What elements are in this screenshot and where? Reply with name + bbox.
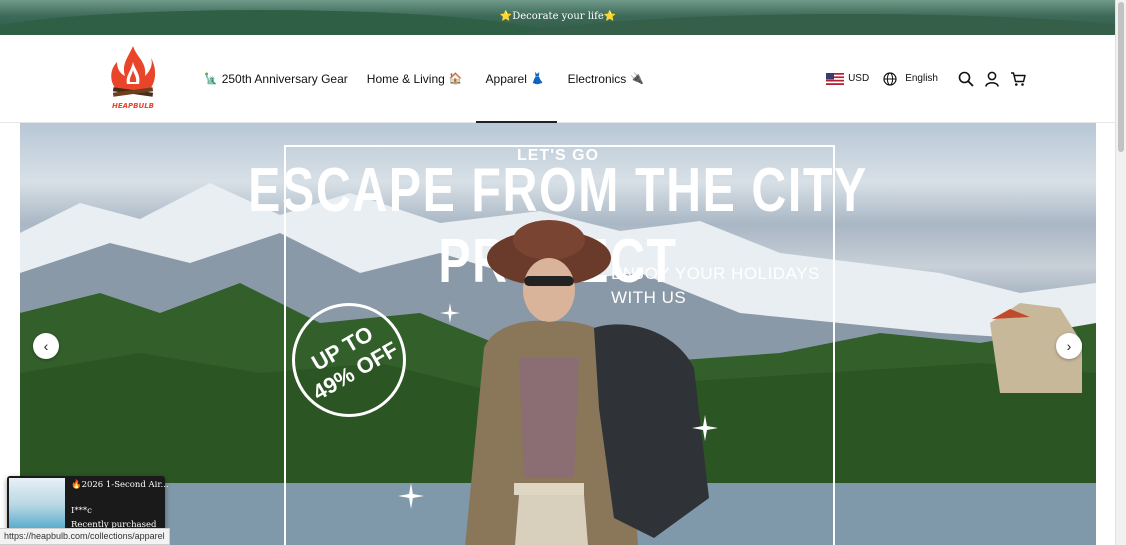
announcement-bar: ⭐Decorate your life⭐ [0, 0, 1116, 35]
sparkle-icon [692, 415, 718, 441]
main-nav: 🗽 250th Anniversary Gear Home & Living 🏠… [200, 35, 667, 123]
logo-text: HEAPBULB [112, 102, 154, 110]
carousel-prev-button[interactable]: ‹ [33, 333, 59, 359]
account-icon[interactable] [984, 71, 1000, 87]
product-thumbnail [9, 478, 65, 532]
traveler-woman-image [465, 220, 709, 545]
nav-item-label: 250th Anniversary Gear [221, 71, 348, 86]
globe-icon [883, 71, 897, 86]
vertical-scrollbar[interactable] [1115, 0, 1126, 545]
offer-badge: UP TO 49% OFF [292, 303, 406, 417]
cart-icon[interactable] [1010, 71, 1026, 87]
offer-text: UP TO 49% OFF [289, 310, 409, 409]
hero-banner[interactable]: LET'S GO ESCAPE FROM THE CITY PROJECT EN… [20, 123, 1096, 545]
language-label: English [905, 73, 938, 84]
sparkle-icon [398, 483, 424, 509]
chevron-left-icon: ‹ [43, 338, 49, 354]
heapbulb-logo[interactable]: HEAPBULB [107, 44, 159, 112]
currency-label: USD [848, 73, 870, 84]
status-bar-url: https://heapbulb.com/collections/apparel [0, 528, 170, 545]
house-icon: 🏠 [448, 73, 463, 85]
plug-icon: 🔌 [630, 73, 644, 85]
scrollbar-thumb[interactable] [1118, 2, 1124, 152]
carousel-next-button[interactable]: › [1056, 333, 1082, 359]
nav-item-label: Home & Living [366, 71, 445, 86]
popup-product-title: 🔥2026 1-Second Air... [71, 480, 169, 490]
nav-item-label: Apparel [485, 71, 527, 86]
us-flag-icon [826, 72, 845, 85]
dress-icon: 👗 [530, 73, 545, 85]
nav-item-250th-anniversary[interactable]: 🗽 250th Anniversary Gear [200, 35, 348, 122]
language-selector[interactable]: English [883, 71, 938, 86]
nav-item-electronics[interactable]: Electronics 🔌 [568, 35, 648, 122]
statue-of-liberty-icon: 🗽 [204, 73, 218, 85]
site-header: HEAPBULB 🗽 250th Anniversary Gear Home &… [0, 35, 1116, 123]
recent-purchase-popup[interactable]: 🔥2026 1-Second Air... I***c Recently pur… [7, 476, 169, 534]
nav-item-home-living[interactable]: Home & Living 🏠 [367, 35, 467, 122]
sparkle-icon [440, 303, 460, 323]
announcement-text: ⭐Decorate your life⭐ [499, 11, 617, 22]
chevron-right-icon: › [1066, 338, 1072, 354]
nav-item-apparel[interactable]: Apparel 👗 [475, 35, 557, 123]
popup-buyer-name: I***c [71, 506, 92, 516]
nav-item-label: Electronics [567, 71, 627, 86]
header-tools: USD English [826, 35, 1026, 122]
search-icon[interactable] [958, 71, 974, 87]
currency-selector[interactable]: USD [826, 72, 870, 85]
